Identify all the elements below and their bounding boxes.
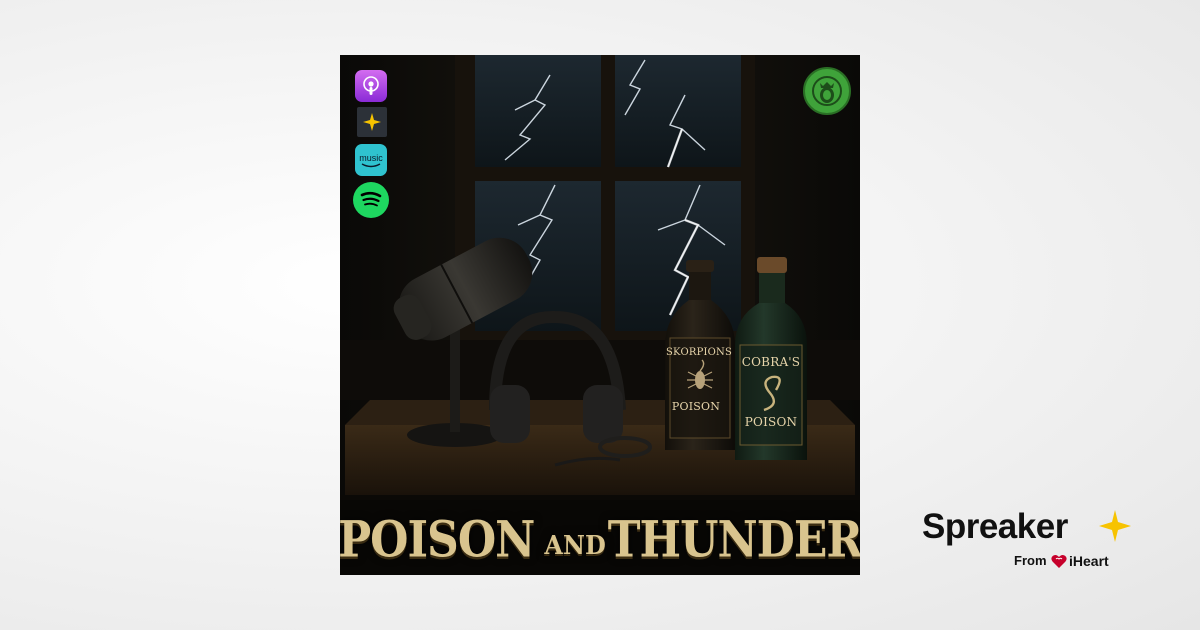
- iheart-text: iHeart: [1069, 553, 1109, 569]
- podcast-title: POISON AND THUNDER: [340, 505, 860, 575]
- podcast-cover-art: music SKORPIONS POISON COBRA'S POISON PO…: [340, 55, 860, 575]
- apple-podcasts-icon: [355, 70, 387, 102]
- from-text: From: [1014, 553, 1047, 568]
- spreaker-star-icon: [1099, 510, 1131, 542]
- spreaker-icon: [357, 107, 387, 137]
- spreaker-wordmark: Spreaker: [922, 507, 1068, 546]
- spotify-icon: [353, 182, 389, 218]
- lion-crest-icon: [803, 67, 851, 115]
- title-word-thunder: THUNDER: [607, 511, 860, 569]
- amazon-music-label: music: [359, 152, 383, 163]
- title-word-poison: POISON: [340, 511, 535, 569]
- title-word-and: AND: [544, 528, 606, 560]
- iheart-heart-icon: [1051, 555, 1067, 568]
- bottle-left-label-bottom: POISON: [671, 400, 721, 413]
- bottle-left-label-top: SKORPIONS: [666, 347, 733, 358]
- amazon-music-icon: music: [355, 144, 387, 176]
- bottle-right-label-bottom: POISON: [744, 415, 798, 429]
- bottle-right-label-top: COBRA'S: [741, 355, 801, 369]
- cover-scene-illustration: [340, 55, 860, 575]
- spreaker-logo: Spreaker From iHeart: [922, 507, 1142, 577]
